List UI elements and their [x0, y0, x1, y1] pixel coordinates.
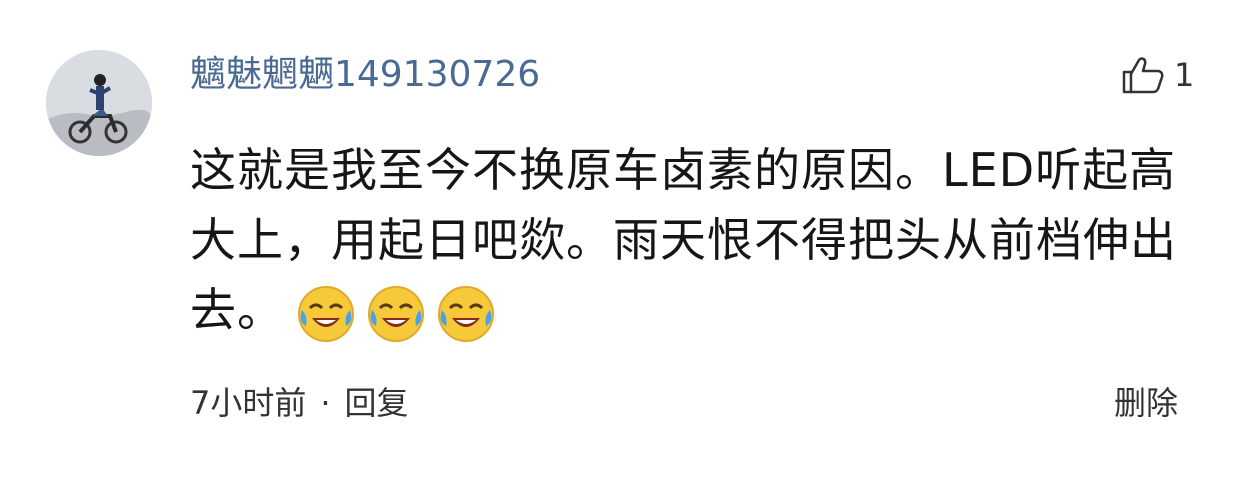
timestamp: 7小时前	[190, 384, 307, 422]
emoji-group	[296, 284, 496, 344]
laughing-crying-emoji-icon	[436, 284, 496, 344]
laughing-crying-emoji-icon	[366, 284, 426, 344]
like-button[interactable]: 1	[1120, 52, 1194, 98]
thumbs-up-icon	[1120, 55, 1166, 95]
comment-item: 魑魅魍魉149130726 1 这就是我至今不换原车卤素的原因。LED听起高大上…	[0, 0, 1242, 491]
meta-separator: ·	[320, 384, 331, 422]
username[interactable]: 魑魅魍魉149130726	[190, 52, 540, 98]
motocross-avatar-image	[46, 50, 152, 156]
reply-button[interactable]: 回复	[345, 384, 409, 422]
delete-button[interactable]: 删除	[1114, 380, 1178, 426]
like-count: 1	[1174, 56, 1195, 94]
laughing-crying-emoji-icon	[296, 284, 356, 344]
comment-text-block: 这就是我至今不换原车卤素的原因。LED听起高大上，用起日吧欻。雨天恨不得把头从前…	[190, 135, 1180, 345]
avatar[interactable]	[46, 50, 152, 156]
comment-meta: 7小时前 · 回复	[190, 380, 409, 426]
